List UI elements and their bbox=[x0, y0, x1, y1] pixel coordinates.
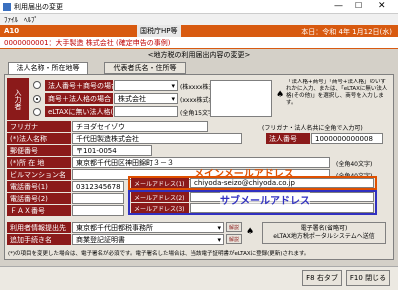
signature-button[interactable]: 電子署名(省略可) eLTAX地方税ポータルシステムへ送信 bbox=[262, 222, 386, 244]
corp-number-input[interactable]: 1000000000008 bbox=[311, 133, 383, 144]
corp-number-label: 法人番号 bbox=[266, 133, 310, 144]
tab-representative[interactable]: 代表者氏名・住所等 bbox=[104, 62, 186, 74]
entry-type-label: 入力者 bbox=[7, 78, 29, 120]
input-other-corp[interactable] bbox=[114, 106, 178, 117]
tel1-input[interactable]: 0312345678 bbox=[72, 181, 124, 192]
footnote: (*)の項目を変更した場合は、電子署名が必須です。電子署名した場合は、当該電子証… bbox=[8, 251, 310, 257]
title-bar: 利用届出の変更 — ☐ ✕ bbox=[0, 0, 398, 14]
zip-label: 郵便番号 bbox=[7, 145, 71, 156]
address-label: (*) 所 在 地 bbox=[7, 157, 71, 168]
label-number-name: 法人番号＋商号の場合 bbox=[45, 80, 113, 91]
side-note: 「法人格+商号」「商号+法人格」のいずれかに入力、または、「eLTAXに無い法人… bbox=[286, 79, 388, 106]
tel1-label: 電話番号(1) bbox=[7, 181, 71, 192]
zip-input[interactable]: 〒101-0054 bbox=[72, 145, 152, 156]
mail1-input[interactable]: chiyoda-seizo@chiyoda.co.jp bbox=[190, 178, 374, 188]
corp-name-label: (*) 法人名称 bbox=[7, 133, 71, 144]
name-field[interactable] bbox=[210, 80, 272, 117]
tel2-input[interactable] bbox=[72, 193, 124, 204]
fax-label: ＦＡＸ番号 bbox=[7, 205, 71, 216]
label-other-corp: eLTAXに無い法人格(その他) bbox=[45, 106, 113, 117]
menu-bar: ﾌｧｲﾙ ﾍﾙﾌﾟ bbox=[0, 14, 398, 25]
address-note: (全角40文字) bbox=[336, 161, 373, 168]
mail2-label: メールアドレス(2) bbox=[131, 192, 189, 202]
right-tab-button[interactable]: F8 右タブ bbox=[302, 270, 342, 286]
spade-icon: ♠ bbox=[276, 90, 285, 100]
case-line: 0000000001：大手製造 株式会社 (確定申告の事例) bbox=[0, 37, 398, 49]
kana-label: フリガナ bbox=[7, 121, 71, 132]
fax-input[interactable] bbox=[72, 205, 124, 216]
window-title: 利用届出の変更 bbox=[14, 3, 63, 11]
input-corp-type[interactable]: 株式会社 ▾ bbox=[114, 93, 178, 104]
today-date: 本日：令和 4年 1月12日(水) bbox=[301, 28, 392, 36]
office-label: 利用者情報提出先 bbox=[7, 222, 71, 233]
radio-3[interactable] bbox=[33, 108, 41, 116]
radio-2[interactable] bbox=[33, 95, 41, 103]
service-label: 追加手続き名 bbox=[7, 234, 71, 245]
mail1-label: メールアドレス(1) bbox=[131, 178, 189, 188]
app-icon bbox=[3, 3, 11, 11]
tel2-label: 電話番号(2) bbox=[7, 193, 71, 204]
screen-code: A10 bbox=[4, 27, 20, 35]
org-label: 国税庁HP等 bbox=[137, 25, 181, 37]
spade-icon-2: ♠ bbox=[246, 227, 255, 237]
menu-help[interactable]: ﾍﾙﾌﾟ bbox=[24, 15, 38, 25]
service-explain-button[interactable]: 解説 bbox=[226, 234, 242, 244]
mail3-label: メールアドレス(3) bbox=[131, 203, 189, 213]
maximize-button[interactable]: ☐ bbox=[355, 1, 362, 10]
radio-1[interactable] bbox=[33, 81, 41, 89]
header-bar: A10 国税庁HP等 本日：令和 4年 1月12日(水) bbox=[0, 25, 398, 37]
close-button[interactable]: ✕ bbox=[378, 1, 386, 11]
kana-input[interactable]: チヨダセイゾウ bbox=[72, 121, 208, 132]
kana-note: (フリガナ・法人名共に全角で入力可) bbox=[262, 125, 363, 132]
label-name-corp: 商号＋法人格の場合 bbox=[45, 93, 113, 104]
sub-mail-caption: サブメールアドレス bbox=[220, 192, 310, 207]
corp-name-input[interactable]: 千代田製造株式会社 bbox=[72, 133, 242, 144]
minimize-button[interactable]: — bbox=[334, 1, 343, 11]
building-label: ビルマンション名 bbox=[7, 169, 71, 180]
tab-corp-name[interactable]: 法人名称・所在地等 bbox=[8, 62, 88, 74]
menu-file[interactable]: ﾌｧｲﾙ bbox=[4, 15, 18, 25]
input-number-name[interactable]: ▾ bbox=[114, 80, 178, 91]
service-select[interactable]: 商業登記証明書 ▾ bbox=[72, 234, 224, 245]
close-window-button[interactable]: F10 閉じる bbox=[346, 270, 390, 286]
office-select[interactable]: 東京都千代田都税事務所 ▾ bbox=[72, 222, 224, 233]
office-explain-button[interactable]: 解説 bbox=[226, 222, 242, 232]
page-title: <地方税の利用届出内容の変更> bbox=[147, 51, 251, 59]
